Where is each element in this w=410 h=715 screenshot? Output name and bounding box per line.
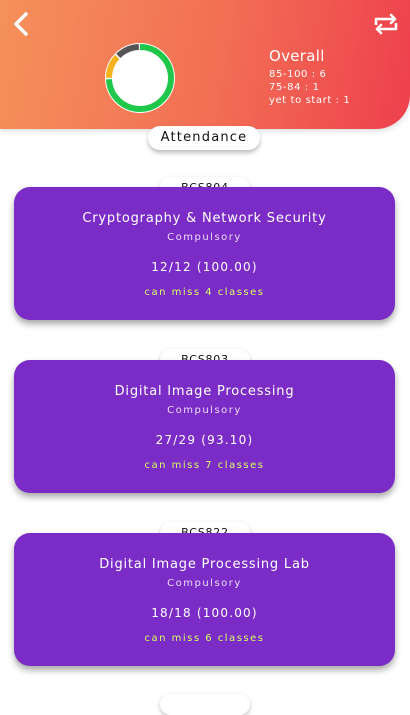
course-card[interactable]: Cryptography & Network Security Compulso… xyxy=(14,187,395,320)
overall-summary: Overall 85-100 : 6 75-84 : 1 yet to star… xyxy=(269,47,350,107)
refresh-icon xyxy=(374,13,398,35)
attendance-stat: 27/29 (93.10) xyxy=(155,433,254,447)
attendance-stat: 12/12 (100.00) xyxy=(151,260,258,274)
overall-line-75-84: 75-84 : 1 xyxy=(269,82,320,93)
overall-line-85-100: 85-100 : 6 xyxy=(269,69,327,80)
header: Overall 85-100 : 6 75-84 : 1 yet to star… xyxy=(0,0,410,129)
attendance-label: Attendance xyxy=(148,126,260,150)
course-name: Digital Image Processing xyxy=(114,384,295,399)
course-type: Compulsory xyxy=(167,405,242,416)
refresh-button[interactable] xyxy=(370,10,402,38)
chevron-left-icon xyxy=(14,12,28,36)
overall-title: Overall xyxy=(269,47,325,65)
overall-line-yet-to-start: yet to start : 1 xyxy=(269,95,351,106)
can-miss-text: can miss 6 classes xyxy=(144,633,265,644)
course-card[interactable]: Digital Image Processing Compulsory 27/2… xyxy=(14,360,395,493)
course-type: Compulsory xyxy=(167,232,242,243)
can-miss-text: can miss 7 classes xyxy=(144,460,265,471)
attendance-donut-chart xyxy=(105,43,175,113)
course-code-badge-partial xyxy=(160,694,250,715)
can-miss-text: can miss 4 classes xyxy=(144,287,265,298)
course-name: Digital Image Processing Lab xyxy=(99,557,310,572)
attendance-stat: 18/18 (100.00) xyxy=(151,606,258,620)
course-type: Compulsory xyxy=(167,578,242,589)
back-button[interactable] xyxy=(8,10,36,38)
course-name: Cryptography & Network Security xyxy=(82,211,327,226)
course-card[interactable]: Digital Image Processing Lab Compulsory … xyxy=(14,533,395,666)
